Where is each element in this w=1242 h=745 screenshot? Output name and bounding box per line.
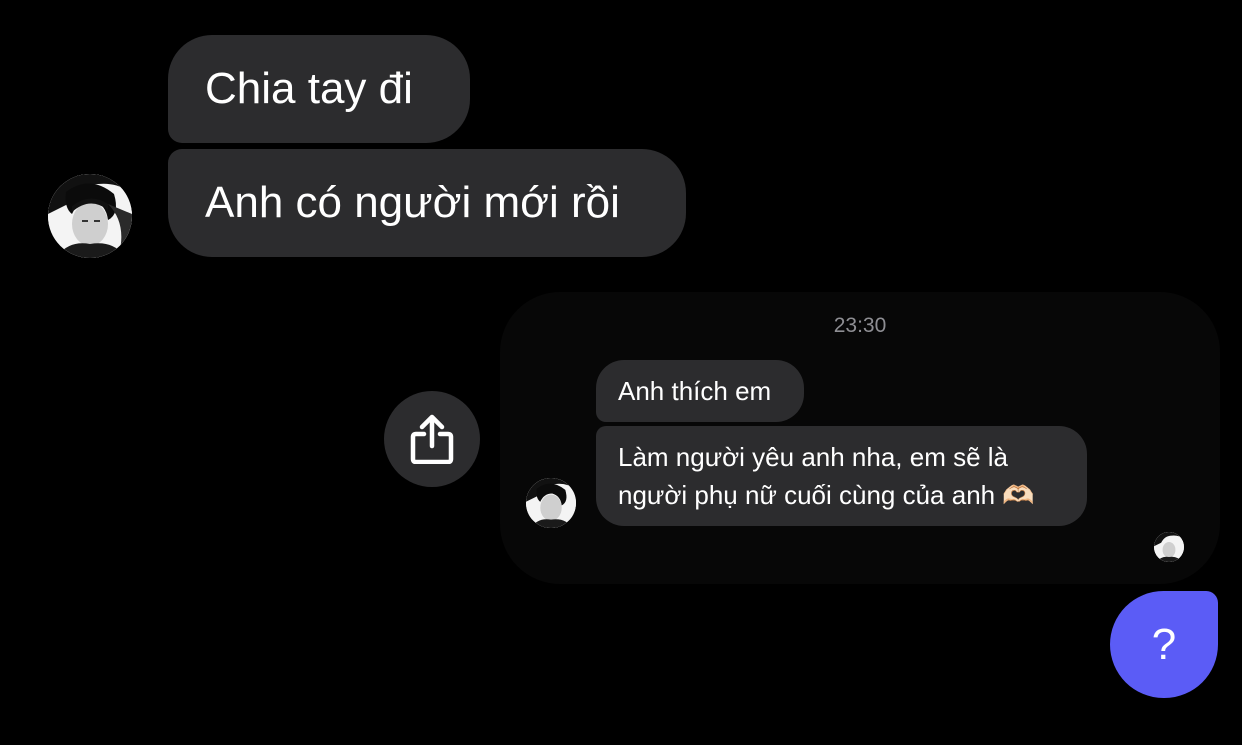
message-bubble[interactable]: Chia tay đi: [168, 35, 470, 143]
message-text-line: người phụ nữ cuối cùng của anh 🫶🏻: [618, 480, 1035, 510]
chat-screen: Chia tay đi Anh có người mới rồi 23:30 A…: [0, 0, 1242, 745]
question-mark-icon: ?: [1151, 619, 1177, 669]
share-icon: [410, 414, 454, 464]
contact-photo-icon: [1154, 532, 1184, 562]
message-bubble[interactable]: Anh thích em: [596, 360, 804, 422]
help-button[interactable]: ?: [1110, 591, 1218, 698]
message-text-line: Làm người yêu anh nha, em sẽ là: [618, 442, 1009, 472]
contact-photo-icon: [526, 478, 576, 528]
message-timestamp: 23:30: [833, 314, 887, 337]
share-button[interactable]: [384, 391, 480, 487]
message-bubble[interactable]: Anh có người mới rồi: [168, 149, 686, 257]
seen-indicator-avatar: [1154, 532, 1184, 562]
contact-photo-icon: [48, 174, 132, 258]
avatar[interactable]: [48, 174, 132, 258]
message-bubble[interactable]: Làm người yêu anh nha, em sẽ là người ph…: [596, 426, 1087, 526]
message-text: Chia tay đi: [205, 64, 413, 113]
message-text: Anh thích em: [618, 376, 772, 406]
shared-conversation-preview[interactable]: 23:30 Anh thích em Làm người yêu anh nha…: [500, 292, 1220, 584]
avatar: [526, 478, 576, 528]
message-text: Anh có người mới rồi: [205, 178, 620, 227]
